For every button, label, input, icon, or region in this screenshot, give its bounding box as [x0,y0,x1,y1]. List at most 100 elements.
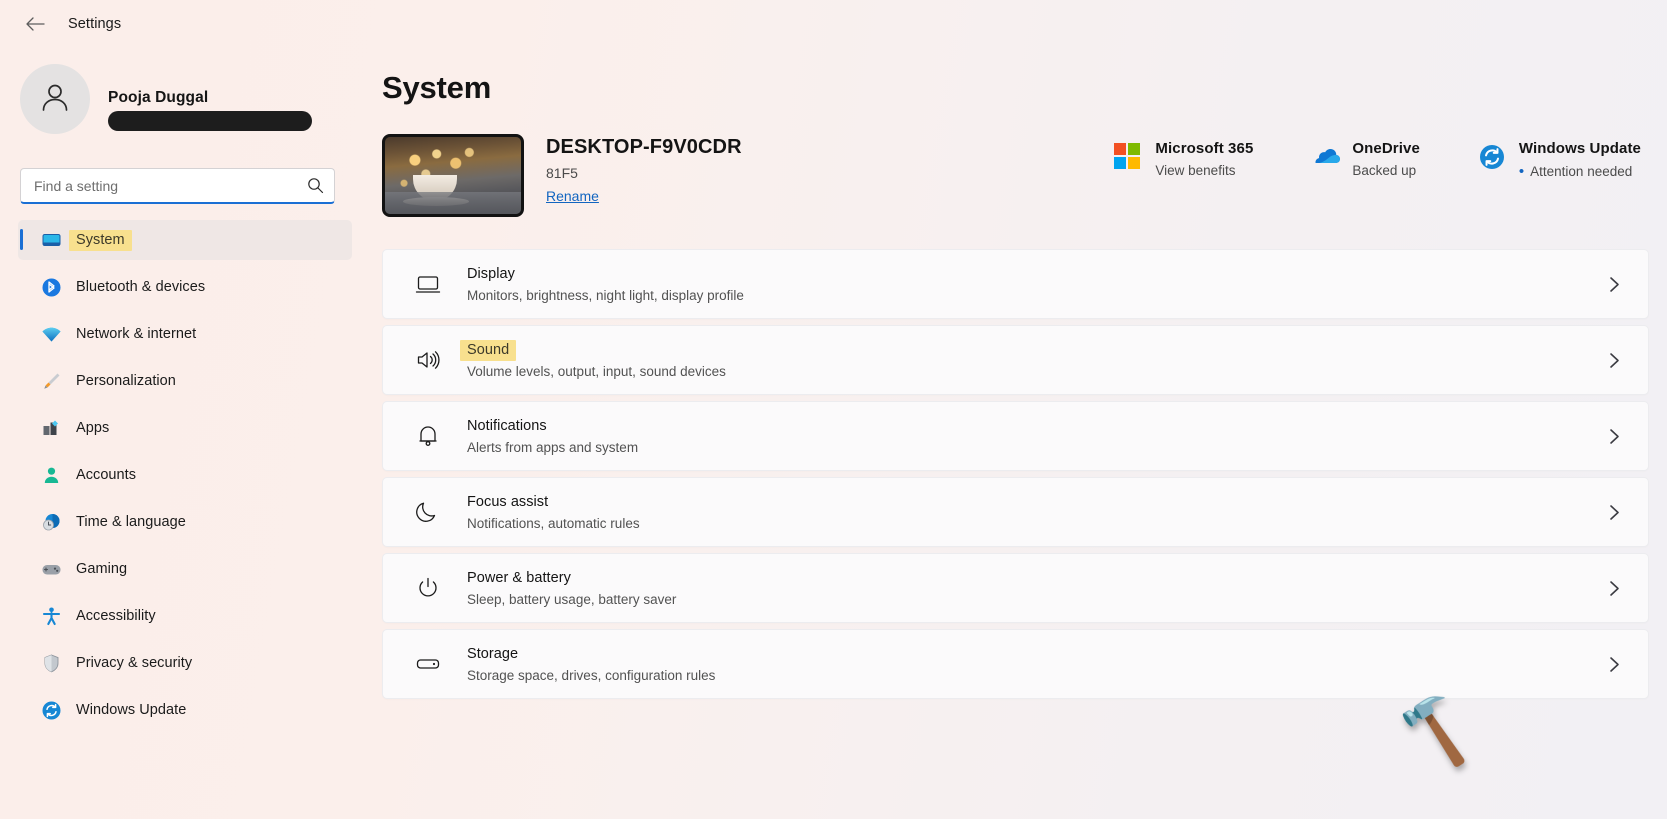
chevron-right-icon[interactable] [1609,504,1628,521]
rename-link[interactable]: Rename [546,188,599,204]
settings-row-subtitle: Storage space, drives, configuration rul… [467,668,1609,683]
settings-row-title: Notifications [467,418,547,434]
sidebar-item-time-language[interactable]: Time & language [18,502,352,542]
sidebar-item-label: Accessibility [76,608,156,624]
chevron-right-icon[interactable] [1609,352,1628,369]
sidebar-item-label: System [76,232,132,248]
sidebar-item-windows-update[interactable]: Windows Update [18,690,352,730]
app-shell: Pooja Duggal [0,48,1667,819]
settings-row-storage[interactable]: Storage Storage space, drives, configura… [382,629,1649,699]
account-name: Pooja Duggal [108,89,208,107]
power-icon [413,573,443,603]
sidebar-item-privacy-security[interactable]: Privacy & security [18,643,352,683]
paintbrush-icon [40,370,62,392]
badge-title: Microsoft 365 [1155,140,1253,157]
highlight-mark-system: System [69,230,132,251]
settings-row-display[interactable]: Display Monitors, brightness, night ligh… [382,249,1649,319]
sidebar-item-accounts[interactable]: Accounts [18,455,352,495]
email-redaction-bar [108,111,312,131]
settings-row-title: Focus assist [467,494,548,510]
highlight-mark-sound: Sound [460,340,516,361]
sidebar-item-network-internet[interactable]: Network & internet [18,314,352,354]
settings-row-text: Sound Volume levels, output, input, soun… [467,341,1609,379]
search-icon[interactable] [307,177,324,194]
sidebar-item-label: Windows Update [76,702,186,718]
settings-row-subtitle: Monitors, brightness, night light, displ… [467,288,1609,303]
windows-update-icon [1478,143,1506,171]
sidebar-nav: System Bluetooth & devices [18,220,352,730]
storage-drive-icon [413,649,443,679]
sidebar-item-label: Gaming [76,561,127,577]
settings-row-power-battery[interactable]: Power & battery Sleep, battery usage, ba… [382,553,1649,623]
settings-row-text: Storage Storage space, drives, configura… [467,645,1609,683]
windows-update-icon [40,699,62,721]
settings-card-list: Display Monitors, brightness, night ligh… [382,249,1649,699]
sidebar-item-accessibility[interactable]: Accessibility [18,596,352,636]
settings-row-text: Display Monitors, brightness, night ligh… [467,265,1609,303]
settings-row-title: Display [467,266,515,282]
sidebar-item-personalization[interactable]: Personalization [18,361,352,401]
settings-row-subtitle: Notifications, automatic rules [467,516,1609,531]
back-button[interactable] [18,8,52,40]
sidebar-item-label: Personalization [76,373,176,389]
sidebar-item-apps[interactable]: Apps [18,408,352,448]
sidebar-item-label: Accounts [76,467,136,483]
sidebar-item-gaming[interactable]: Gaming [18,549,352,589]
chevron-right-icon[interactable] [1609,428,1628,445]
device-model: 81F5 [546,165,742,181]
desktop-wallpaper-thumbnail [382,134,524,217]
title-bar: Settings [0,0,1667,48]
shield-icon [40,652,62,674]
avatar [20,64,90,134]
badge-subtitle: Backed up [1352,163,1420,178]
badge-subtitle: Attention needed [1519,163,1641,180]
badge-title: Windows Update [1519,140,1641,157]
badge-onedrive[interactable]: OneDrive Backed up [1311,140,1420,178]
settings-row-focus-assist[interactable]: Focus assist Notifications, automatic ru… [382,477,1649,547]
sidebar-item-label: Time & language [76,514,186,530]
clock-globe-icon [40,511,62,533]
apps-icon [40,417,62,439]
settings-row-text: Notifications Alerts from apps and syste… [467,417,1609,455]
settings-row-text: Focus assist Notifications, automatic ru… [467,493,1609,531]
account-summary[interactable]: Pooja Duggal [18,62,352,136]
display-monitor-icon [413,269,443,299]
bluetooth-icon [40,276,62,298]
settings-row-subtitle: Volume levels, output, input, sound devi… [467,364,1609,379]
badge-windows-update[interactable]: Windows Update Attention needed [1478,140,1641,180]
sidebar: Pooja Duggal [0,48,360,819]
wifi-icon [40,323,62,345]
gamepad-icon [40,558,62,580]
moon-icon [413,497,443,527]
app-title: Settings [68,16,121,32]
back-arrow-icon [26,17,45,31]
badge-subtitle: View benefits [1155,163,1253,178]
device-name: DESKTOP-F9V0CDR [546,136,742,159]
settings-row-subtitle: Alerts from apps and system [467,440,1609,455]
onedrive-cloud-icon [1311,143,1339,171]
badge-microsoft-365[interactable]: Microsoft 365 View benefits [1114,140,1253,178]
microsoft-logo-icon [1114,143,1142,171]
badge-title: OneDrive [1352,140,1420,157]
accessibility-icon [40,605,62,627]
account-text: Pooja Duggal [108,87,208,112]
search-input[interactable] [34,178,307,194]
settings-row-sound[interactable]: Sound Volume levels, output, input, soun… [382,325,1649,395]
device-info: DESKTOP-F9V0CDR 81F5 Rename [546,134,742,206]
sidebar-item-label: Network & internet [76,326,196,342]
speaker-icon [413,345,443,375]
settings-row-title: Storage [467,646,518,662]
monitor-icon [40,229,62,251]
bell-icon [413,421,443,451]
chevron-right-icon[interactable] [1609,580,1628,597]
sidebar-item-system[interactable]: System [18,220,352,260]
main-content: System DESKTOP-F9V0CDR 81F5 Rename [360,48,1667,819]
search-box[interactable] [20,168,335,204]
settings-row-title: Sound [467,342,516,358]
sidebar-item-bluetooth-devices[interactable]: Bluetooth & devices [18,267,352,307]
chevron-right-icon[interactable] [1609,276,1628,293]
chevron-right-icon[interactable] [1609,656,1628,673]
sidebar-item-label: Privacy & security [76,655,192,671]
status-badges: Microsoft 365 View benefits OneDrive Bac… [1114,134,1649,180]
settings-row-notifications[interactable]: Notifications Alerts from apps and syste… [382,401,1649,471]
